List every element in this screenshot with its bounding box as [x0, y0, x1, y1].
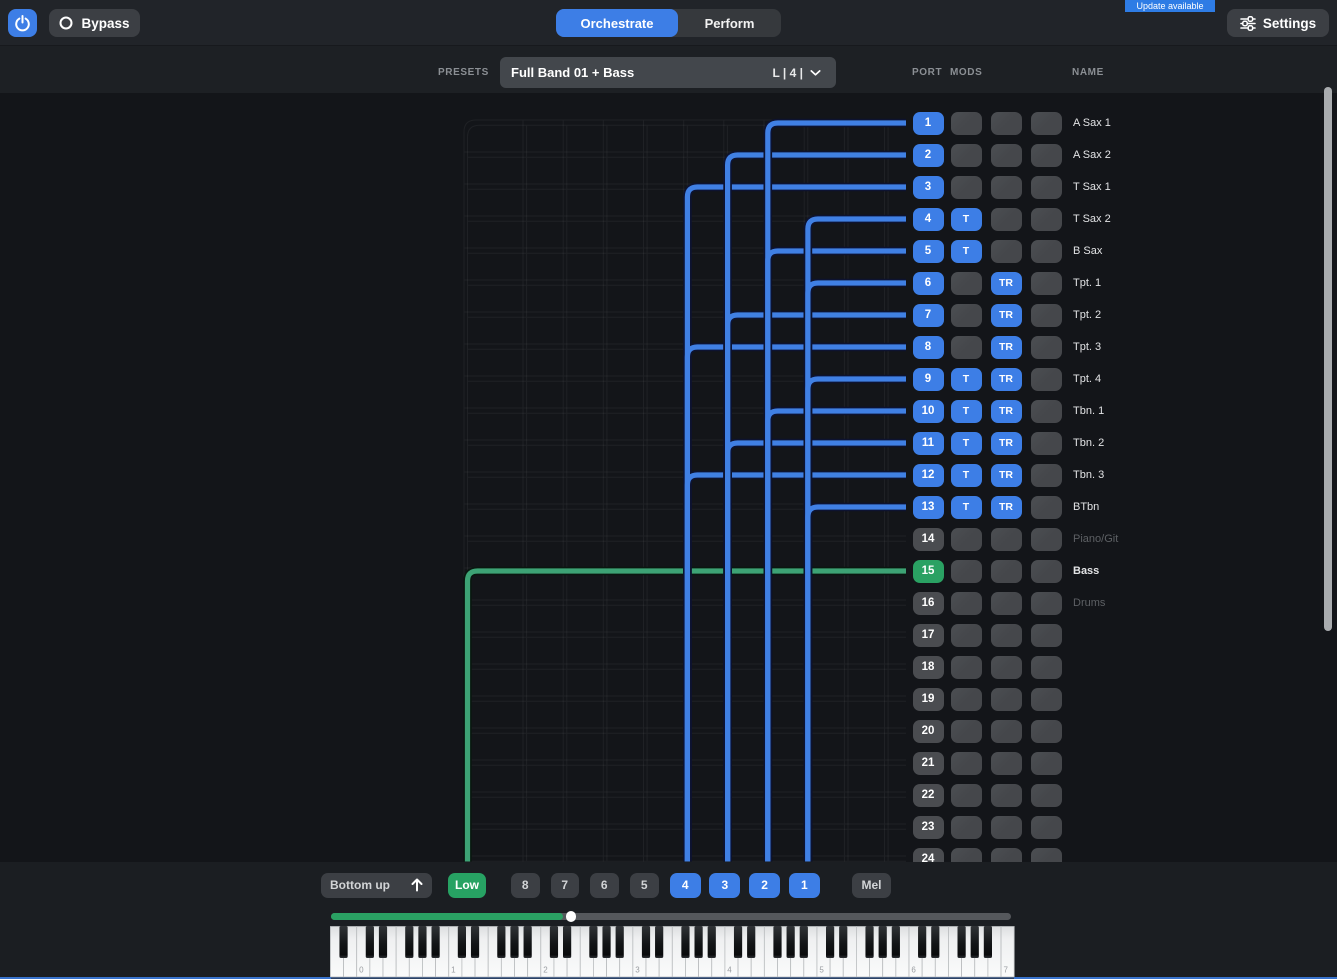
svg-text:4: 4 [727, 966, 732, 975]
svg-text:7: 7 [1003, 966, 1008, 975]
svg-text:1: 1 [451, 966, 456, 975]
svg-text:5: 5 [819, 966, 824, 975]
svg-text:3: 3 [635, 966, 640, 975]
svg-text:2: 2 [543, 966, 548, 975]
svg-text:6: 6 [911, 966, 916, 975]
svg-text:0: 0 [359, 966, 364, 975]
